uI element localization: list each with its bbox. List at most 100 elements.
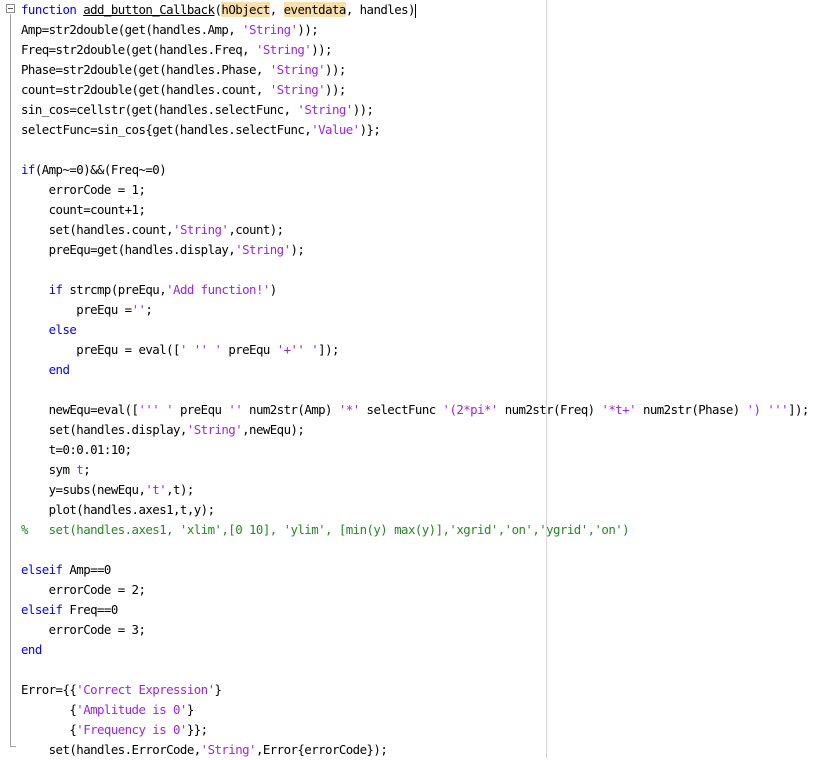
code-token: set(handles.ErrorCode, [21, 742, 202, 757]
string-token: 'String' [269, 62, 326, 77]
code-line[interactable]: elseif Amp==0 [21, 560, 823, 580]
code-line[interactable] [21, 140, 823, 160]
code-token: ; [145, 302, 153, 317]
code-line[interactable]: set(handles.display,'String',newEqu); [21, 420, 823, 440]
code-token: , handles) [345, 2, 416, 17]
highlighted-token: eventdata [283, 2, 346, 17]
code-token: ,count); [228, 222, 284, 237]
code-token: Freq=str2double(get(handles.Freq, [21, 42, 256, 57]
code-token: } [186, 702, 194, 717]
code-line[interactable] [21, 260, 823, 280]
code-line[interactable]: {'Frequency is 0'}}; [21, 720, 823, 740]
code-token: ; [83, 462, 91, 477]
code-line[interactable]: count=str2double(get(handles.count, 'Str… [21, 80, 823, 100]
code-line[interactable]: if(Amp~=0)&&(Freq~=0) [21, 160, 823, 180]
code-token: y=subs(newEqu, [21, 482, 146, 497]
code-line[interactable]: {'Amplitude is 0'} [21, 700, 823, 720]
code-line[interactable]: selectFunc=sin_cos{get(handles.selectFun… [21, 120, 823, 140]
code-line[interactable]: Error={{'Correct Expression'} [21, 680, 823, 700]
code-line[interactable]: if strcmp(preEqu,'Add function!') [21, 280, 823, 300]
string-token: '*t+' [601, 402, 637, 417]
code-token: Amp==0 [62, 562, 111, 577]
code-area[interactable]: function add_button_Callback(hObject, ev… [21, 0, 823, 760]
code-token: Error={{ [21, 682, 77, 697]
string-token: 'Add function!' [166, 282, 270, 297]
code-line[interactable]: function add_button_Callback(hObject, ev… [21, 0, 823, 20]
code-line[interactable] [21, 660, 823, 680]
comment-token: % set(handles.axes1, 'xlim',[0 10], 'yli… [21, 522, 630, 537]
code-token: preEqu = [21, 302, 132, 317]
code-line[interactable]: elseif Freq==0 [21, 600, 823, 620]
code-line[interactable]: t=0:0.01:10; [21, 440, 823, 460]
code-editor[interactable]: function add_button_Callback(hObject, ev… [0, 0, 823, 758]
text-cursor [414, 3, 416, 18]
code-token: set(handles.display, [21, 422, 188, 437]
code-line[interactable]: set(handles.ErrorCode,'String',Error{err… [21, 740, 823, 760]
code-token: count=count+1; [21, 202, 146, 217]
string-token: 'Frequency is 0' [76, 722, 187, 737]
code-token: Amp=str2double(get(handles.Amp, [21, 22, 243, 37]
code-token: sin_cos=cellstr(get(handles.selectFunc, [21, 102, 298, 117]
code-line[interactable]: preEqu =''; [21, 300, 823, 320]
code-token: count=str2double(get(handles.count, [21, 82, 270, 97]
string-token: ') ''' [746, 402, 789, 417]
code-token: { [21, 702, 77, 717]
code-line[interactable]: end [21, 360, 823, 380]
code-token: , [269, 2, 284, 17]
string-token: '*' [338, 402, 360, 417]
keyword-token: function [21, 2, 77, 17]
keyword-token: if [21, 162, 35, 177]
code-line[interactable]: errorCode = 3; [21, 620, 823, 640]
string-token: 'Correct Expression' [76, 682, 215, 697]
code-token: )); [297, 22, 319, 37]
string-token: 'String' [173, 222, 229, 237]
code-token: }}; [186, 722, 208, 737]
string-token: 'Amplitude is 0' [76, 702, 187, 717]
code-line[interactable]: y=subs(newEqu,'t',t); [21, 480, 823, 500]
code-line[interactable]: preEqu=get(handles.display,'String'); [21, 240, 823, 260]
code-line[interactable]: Amp=str2double(get(handles.Amp, 'String'… [21, 20, 823, 40]
string-token: 'String' [297, 102, 353, 117]
code-token: preEqu = eval([ [21, 342, 180, 357]
code-token: } [214, 682, 222, 697]
code-token: num2str(Freq) [497, 402, 602, 417]
code-token: selectFunc [359, 402, 443, 417]
code-line[interactable]: count=count+1; [21, 200, 823, 220]
highlighted-token: hObject [221, 2, 270, 17]
code-line[interactable]: set(handles.count,'String',count); [21, 220, 823, 240]
code-token: )); [311, 42, 332, 57]
code-token: { [21, 722, 77, 737]
code-line[interactable]: Phase=str2double(get(handles.Phase, 'Str… [21, 60, 823, 80]
code-line[interactable]: % set(handles.axes1, 'xlim',[0 10], 'yli… [21, 520, 823, 540]
code-line[interactable] [21, 540, 823, 560]
code-token: preEqu=get(handles.display, [21, 242, 236, 257]
string-token: 'String' [255, 42, 312, 57]
code-line[interactable]: plot(handles.axes1,t,y); [21, 500, 823, 520]
keyword-token: elseif [21, 602, 63, 617]
string-token: 'String' [235, 242, 291, 257]
code-line[interactable]: errorCode = 2; [21, 580, 823, 600]
keyword-token: else [48, 322, 77, 337]
string-token: ''' ' [138, 402, 174, 417]
collapse-function-icon[interactable] [6, 4, 15, 13]
code-line[interactable]: preEqu = eval([' '' ' preEqu '+'' ']); [21, 340, 823, 360]
code-token: )); [325, 82, 346, 97]
code-line[interactable]: sym t; [21, 460, 823, 480]
code-token: ,Error{errorCode}); [255, 742, 388, 757]
code-line[interactable]: end [21, 640, 823, 660]
code-line[interactable]: Freq=str2double(get(handles.Freq, 'Strin… [21, 40, 823, 60]
code-line[interactable]: else [21, 320, 823, 340]
code-token: )); [325, 62, 346, 77]
string-token: '+'' ' [276, 342, 319, 357]
code-token: )}; [359, 122, 381, 137]
code-token: ]); [788, 402, 809, 417]
code-line[interactable]: newEqu=eval([''' ' preEqu '' num2str(Amp… [21, 400, 823, 420]
code-line[interactable]: errorCode = 1; [21, 180, 823, 200]
code-line[interactable] [21, 380, 823, 400]
code-token: preEqu [221, 342, 277, 357]
code-token: preEqu [173, 402, 229, 417]
string-token: 'String' [269, 82, 326, 97]
code-line[interactable]: sin_cos=cellstr(get(handles.selectFunc, … [21, 100, 823, 120]
code-token: newEqu=eval([ [21, 402, 139, 417]
